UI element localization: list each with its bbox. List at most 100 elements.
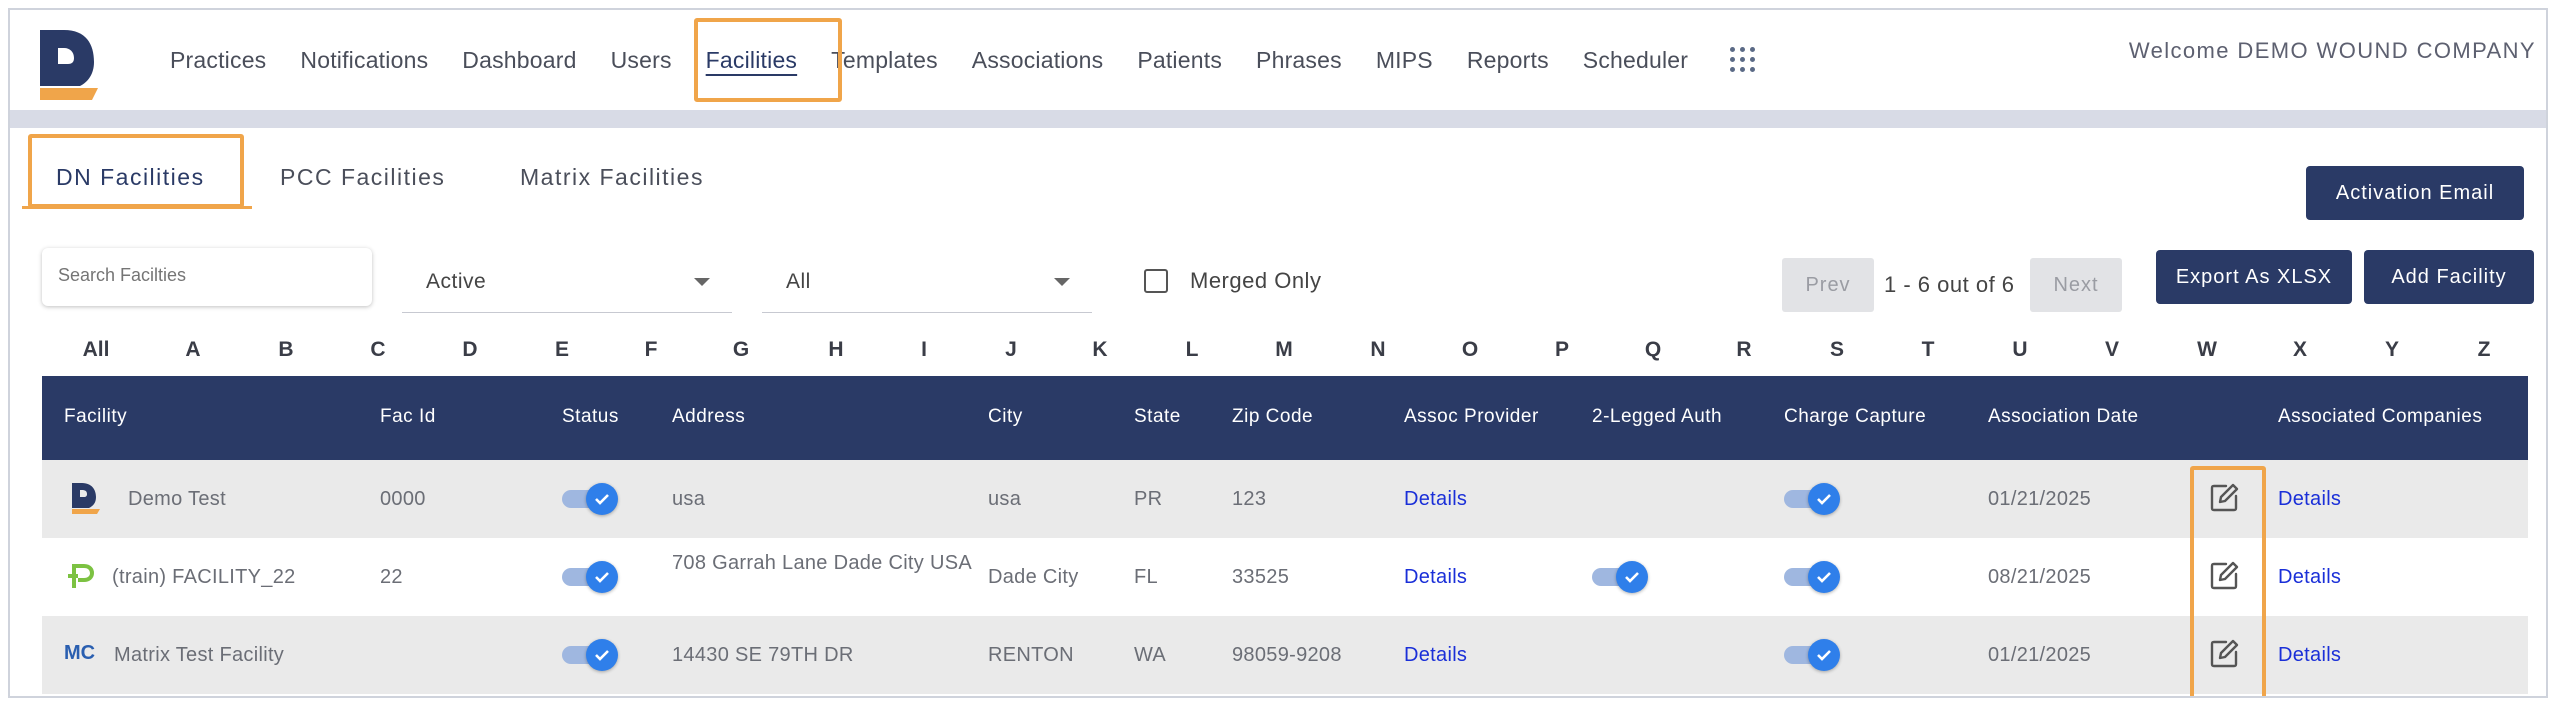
charge-capture-toggle[interactable] (1784, 636, 1840, 672)
associated-companies-details-link[interactable]: Details (2278, 566, 2341, 589)
matrix-logo-icon: MC (64, 642, 96, 664)
column-header-associated-companies[interactable]: Associated Companies (2278, 406, 2482, 428)
letter-filter[interactable]: U (2012, 338, 2027, 362)
tab-matrix-facilities[interactable]: Matrix Facilities (520, 164, 704, 191)
charge-capture-toggle[interactable] (1784, 558, 1840, 594)
letter-filter[interactable]: T (1922, 338, 1935, 362)
dn-logo-icon (72, 483, 100, 514)
column-header-zip-code[interactable]: Zip Code (1232, 406, 1313, 428)
chevron-down-icon (1054, 278, 1070, 286)
column-header-two-legged-auth[interactable]: 2-Legged Auth (1592, 406, 1722, 428)
letter-filter[interactable]: E (555, 338, 569, 362)
column-header-address[interactable]: Address (672, 406, 745, 428)
nav-associations[interactable]: Associations (972, 47, 1104, 74)
merged-only-checkbox[interactable] (1144, 269, 1168, 293)
fac-id: 0000 (380, 488, 426, 510)
merged-only-toggle[interactable]: Merged Only (1144, 268, 1321, 294)
apps-grid-icon[interactable] (1730, 47, 1756, 73)
letter-filter[interactable]: Y (2385, 338, 2399, 362)
nav-mips[interactable]: MIPS (1376, 47, 1433, 74)
letter-filter[interactable]: G (733, 338, 749, 362)
status-toggle[interactable] (562, 480, 618, 516)
dn-tab-highlight-box (28, 134, 244, 208)
letter-filter[interactable]: Z (2478, 338, 2491, 362)
next-button[interactable]: Next (2030, 258, 2122, 312)
nav-templates[interactable]: Templates (831, 47, 938, 74)
letter-filter[interactable]: L (1186, 338, 1199, 362)
letter-filter[interactable]: C (370, 338, 385, 362)
nav-dashboard[interactable]: Dashboard (462, 47, 576, 74)
assoc-provider-details-link[interactable]: Details (1404, 488, 1467, 511)
status-select[interactable]: Active (402, 248, 732, 313)
add-facility-button[interactable]: Add Facility (2364, 250, 2534, 304)
column-header-city[interactable]: City (988, 406, 1023, 428)
assoc-provider-details-link[interactable]: Details (1404, 644, 1467, 667)
export-xlsx-button[interactable]: Export As XLSX (2156, 250, 2352, 304)
column-header-fac-id[interactable]: Fac Id (380, 406, 436, 428)
nav-patients[interactable]: Patients (1137, 47, 1222, 74)
letter-filter[interactable]: O (1462, 338, 1478, 362)
app-logo[interactable] (34, 26, 112, 104)
status-toggle[interactable] (562, 636, 618, 672)
address: 14430 SE 79TH DR (672, 644, 854, 666)
status-toggle[interactable] (562, 558, 618, 594)
activation-email-button[interactable]: Activation Email (2306, 166, 2524, 220)
letter-filter[interactable]: B (278, 338, 293, 362)
letter-filter[interactable]: R (1736, 338, 1751, 362)
tab-pcc-facilities[interactable]: PCC Facilities (280, 164, 445, 191)
nav-reports[interactable]: Reports (1467, 47, 1549, 74)
column-header-facility[interactable]: Facility (64, 406, 127, 428)
city: RENTON (988, 644, 1074, 666)
state: PR (1134, 488, 1163, 510)
column-header-state[interactable]: State (1134, 406, 1181, 428)
zip-code: 98059-9208 (1232, 644, 1342, 666)
prev-button[interactable]: Prev (1782, 258, 1874, 312)
alphabet-filter: All A B C D E F G H I J K L M N O P Q R … (42, 338, 2542, 374)
associated-companies-details-link[interactable]: Details (2278, 488, 2341, 511)
letter-filter[interactable]: W (2197, 338, 2217, 362)
status-select-value: Active (426, 270, 487, 293)
letter-filter[interactable]: V (2105, 338, 2119, 362)
letter-filter[interactable]: M (1275, 338, 1293, 362)
nav-users[interactable]: Users (611, 47, 672, 74)
nav-scheduler[interactable]: Scheduler (1583, 47, 1688, 74)
search-facilities-field[interactable] (42, 248, 372, 306)
city: usa (988, 488, 1022, 510)
assoc-provider-details-link[interactable]: Details (1404, 566, 1467, 589)
nav-practices[interactable]: Practices (170, 47, 266, 74)
pagination-text: 1 - 6 out of 6 (1884, 272, 2015, 297)
column-header-status[interactable]: Status (562, 406, 619, 428)
letter-filter[interactable]: D (462, 338, 477, 362)
letter-filter[interactable]: F (645, 338, 658, 362)
facility-name[interactable]: Matrix Test Facility (114, 644, 284, 667)
letter-filter[interactable]: J (1005, 338, 1017, 362)
letter-filter[interactable]: H (828, 338, 843, 362)
charge-capture-toggle[interactable] (1784, 480, 1840, 516)
type-select[interactable]: All (762, 248, 1092, 313)
nav-notifications[interactable]: Notifications (300, 47, 428, 74)
two-legged-auth-toggle[interactable] (1592, 558, 1648, 594)
letter-filter[interactable]: K (1092, 338, 1107, 362)
app-window: Practices Notifications Dashboard Users … (8, 8, 2548, 698)
letter-filter-all[interactable]: All (83, 338, 110, 362)
facility-name[interactable]: (train) FACILITY_22 (112, 566, 296, 589)
letter-filter[interactable]: Q (1645, 338, 1661, 362)
letter-filter[interactable]: X (2293, 338, 2307, 362)
letter-filter[interactable]: N (1370, 338, 1385, 362)
zip-code: 33525 (1232, 566, 1290, 588)
column-header-assoc-provider[interactable]: Assoc Provider (1404, 406, 1539, 428)
associated-companies-details-link[interactable]: Details (2278, 644, 2341, 667)
address: usa (672, 488, 706, 510)
column-header-charge-capture[interactable]: Charge Capture (1784, 406, 1926, 428)
search-input[interactable] (56, 264, 360, 287)
letter-filter[interactable]: A (185, 338, 200, 362)
facility-name[interactable]: Demo Test (128, 488, 226, 511)
table-row: Demo Test 0000 usa usa PR 123 Details 01… (42, 460, 2528, 538)
check-icon (595, 650, 609, 661)
letter-filter[interactable]: P (1555, 338, 1569, 362)
column-header-association-date[interactable]: Association Date (1988, 406, 2139, 428)
nav-phrases[interactable]: Phrases (1256, 47, 1342, 74)
letter-filter[interactable]: I (921, 338, 927, 362)
facility-tabs: DN Facilities PCC Facilities Matrix Faci… (10, 128, 2546, 209)
letter-filter[interactable]: S (1830, 338, 1844, 362)
